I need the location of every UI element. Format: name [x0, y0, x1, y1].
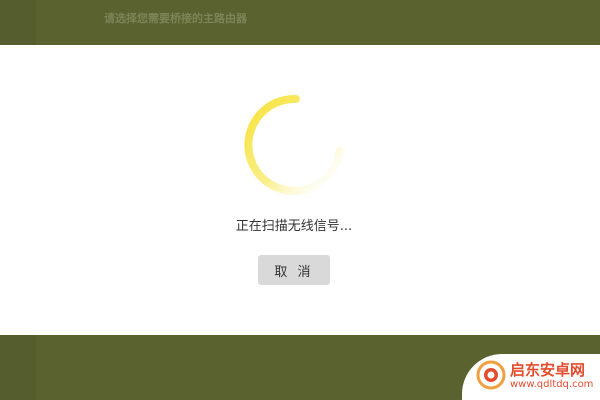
watermark-site-name: 启东安卓网: [510, 361, 586, 379]
site-watermark: 启东安卓网 www.qdltdq.com: [462, 354, 600, 400]
backdrop-header: 请选择您需要桥接的主路由器: [0, 0, 600, 45]
watermark-site-url: www.qdltdq.com: [510, 379, 594, 390]
background-page-title: 请选择您需要桥接的主路由器: [104, 12, 247, 25]
backdrop-left-strip-bottom: [0, 335, 36, 400]
watermark-logo-icon: [476, 360, 506, 390]
backdrop-left-strip: [0, 0, 36, 45]
loading-spinner-icon: [244, 94, 344, 195]
cancel-button[interactable]: 取 消: [258, 255, 330, 285]
scanning-status-text: 正在扫描无线信号...: [235, 219, 353, 234]
